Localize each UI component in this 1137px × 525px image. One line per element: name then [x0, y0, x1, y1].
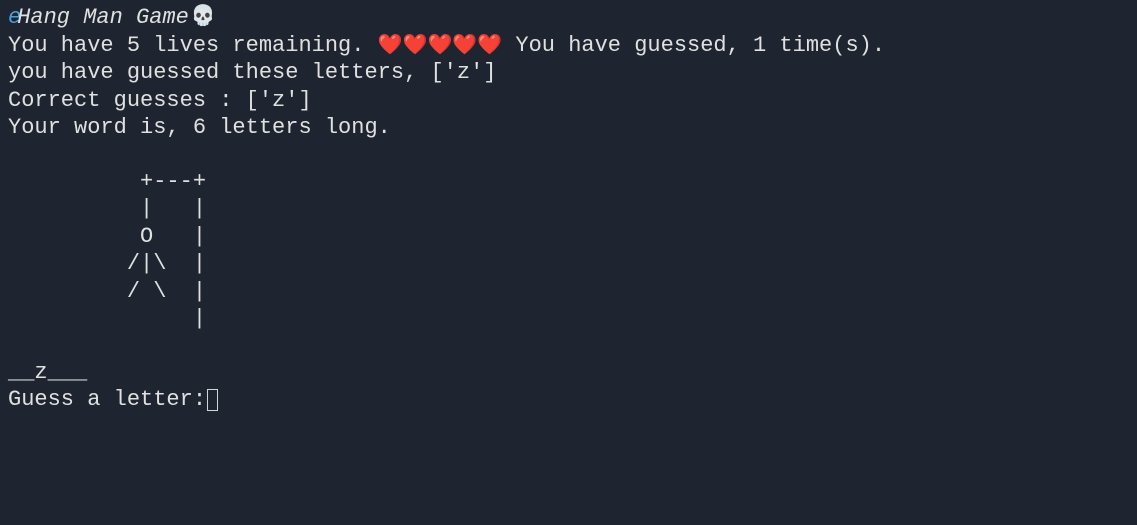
lives-remaining-text: You have 5 lives remaining. — [8, 33, 364, 58]
word-progress: __z___ — [8, 359, 1129, 387]
guess-prompt-line: Guess a letter: — [8, 386, 1129, 414]
hearts-icon: ❤️❤️❤️❤️❤️ — [378, 35, 503, 58]
hangman-gallows-ascii: +---+ | | O | /|\ | / \ | | — [8, 168, 1129, 333]
correct-guesses-line: Correct guesses : ['z'] — [8, 87, 1129, 115]
guessed-letters-line: you have guessed these letters, ['z'] — [8, 59, 1129, 87]
guess-count-text: You have guessed, 1 time(s). — [515, 33, 885, 58]
game-title: Hang Man Game — [17, 4, 189, 32]
input-cursor[interactable] — [207, 389, 218, 411]
skull-icon: 💀 — [191, 5, 216, 30]
title-line: e Hang Man Game 💀 — [8, 4, 1129, 32]
status-line: You have 5 lives remaining. ❤️❤️❤️❤️❤️ Y… — [8, 32, 1129, 60]
guess-prompt-label: Guess a letter: — [8, 386, 206, 414]
word-length-line: Your word is, 6 letters long. — [8, 114, 1129, 142]
